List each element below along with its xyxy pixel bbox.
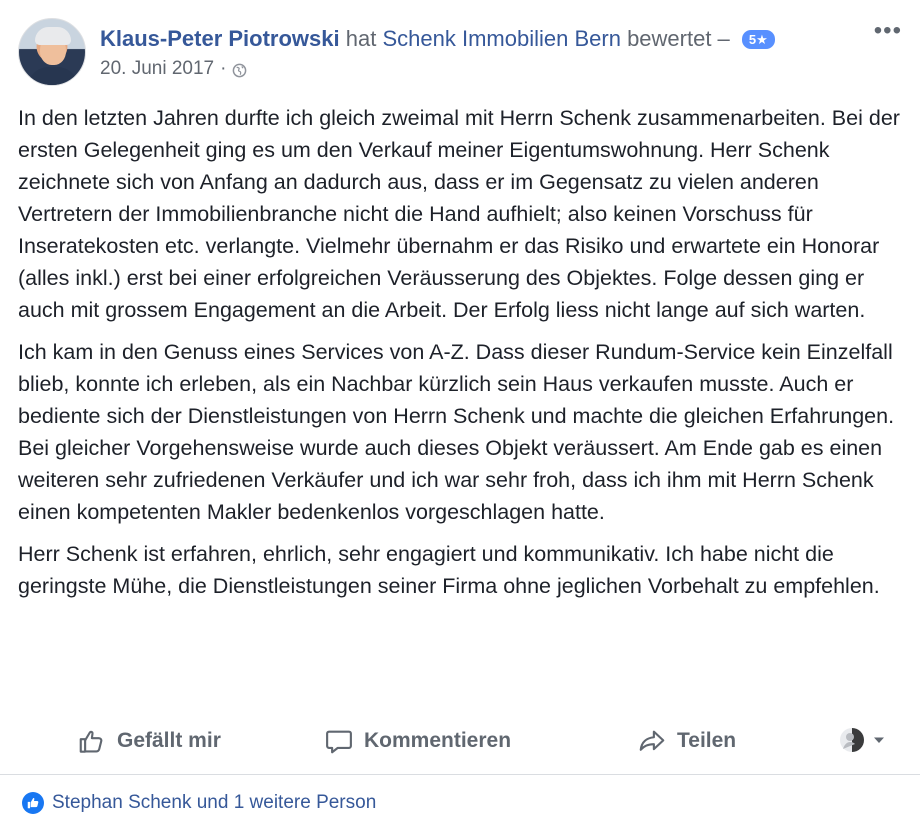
share-button[interactable]: Teilen — [637, 726, 736, 756]
avatar-hair — [35, 27, 71, 45]
post-date[interactable]: 20. Juni 2017 — [100, 58, 214, 80]
post-meta: 20. Juni 2017 · — [100, 58, 247, 80]
paragraph-3: Herr Schenk ist erfahren, ehrlich, sehr … — [18, 542, 880, 598]
page-link[interactable]: Schenk Immobilien Bern — [382, 26, 620, 51]
rating-badge: 5★ — [741, 30, 775, 49]
verb2-text: bewertet – — [627, 26, 730, 51]
avatar-shirt — [27, 67, 79, 85]
post-headline: Klaus-Peter Piotrowski hat Schenk Immobi… — [100, 26, 775, 52]
more-icon[interactable]: ••• — [874, 19, 902, 43]
speech-bubble-icon — [324, 726, 354, 756]
comment-button[interactable]: Kommentieren — [324, 726, 511, 756]
like-reaction-icon — [22, 792, 44, 814]
audience-selector[interactable] — [838, 726, 886, 754]
share-arrow-icon — [637, 726, 667, 756]
post-header: Klaus-Peter Piotrowski hat Schenk Immobi… — [18, 18, 902, 88]
paragraph-2: Ich kam in den Genuss eines Services von… — [18, 340, 895, 524]
chevron-down-icon — [872, 733, 886, 747]
like-label: Gefällt mir — [117, 729, 221, 752]
share-label: Teilen — [677, 729, 737, 752]
comment-label: Kommentieren — [364, 729, 512, 752]
like-button[interactable]: Gefällt mir — [77, 726, 221, 756]
meta-separator: · — [220, 58, 227, 79]
thumbs-up-icon — [77, 726, 107, 756]
post-body: In den letzten Jahren durfte ich gleich … — [18, 102, 903, 612]
verb-text: hat — [345, 26, 377, 51]
avatar-dropdown-icon — [838, 726, 866, 754]
divider — [0, 774, 920, 775]
review-post: Klaus-Peter Piotrowski hat Schenk Immobi… — [0, 0, 920, 837]
action-bar: Gefällt mir Kommentieren Teilen — [0, 720, 920, 764]
paragraph-1: In den letzten Jahren durfte ich gleich … — [18, 106, 900, 322]
reactions-summary[interactable]: Stephan Schenk und 1 weitere Person — [22, 792, 376, 814]
author-avatar[interactable] — [18, 18, 86, 86]
reactions-text: Stephan Schenk und 1 weitere Person — [52, 792, 377, 813]
author-name[interactable]: Klaus-Peter Piotrowski — [100, 26, 340, 51]
globe-icon[interactable] — [232, 62, 247, 77]
